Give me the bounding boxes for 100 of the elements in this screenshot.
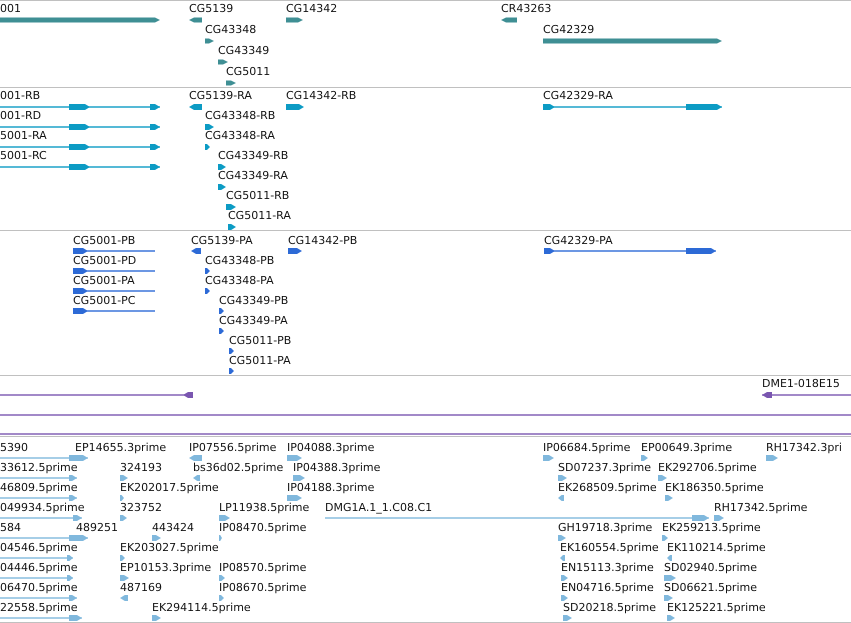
feature-label: EK160554.5prime xyxy=(560,541,659,555)
feature-glyph[interactable] xyxy=(544,247,716,255)
feature-label: CG42329-RA xyxy=(543,89,613,103)
feature-label: CG5011-PA xyxy=(229,354,291,368)
feature-glyph[interactable] xyxy=(286,16,303,24)
feature-label: EK203027.5prime xyxy=(120,541,219,555)
feature-label: RH17342.5prime xyxy=(714,501,808,515)
feature-glyph[interactable] xyxy=(189,16,202,24)
feature-label: IP08470.5prime xyxy=(219,521,306,535)
feature-glyph[interactable] xyxy=(286,103,304,111)
feature-glyph[interactable] xyxy=(218,163,226,171)
feature-glyph[interactable] xyxy=(229,367,234,375)
feature-label: EK294114.5prime xyxy=(152,601,251,615)
feature-label: CG14342 xyxy=(286,2,338,16)
feature-label: SD06621.5prime xyxy=(664,581,757,595)
feature-label: EK202017.5prime xyxy=(120,481,219,495)
feature-glyph[interactable] xyxy=(218,58,228,66)
feature-glyph[interactable] xyxy=(543,37,722,45)
feature-glyph[interactable] xyxy=(189,103,202,111)
feature-glyph[interactable] xyxy=(0,16,160,24)
feature-label: DMG1A.1_1.C08.C1 xyxy=(325,501,432,515)
feature-glyph[interactable] xyxy=(226,79,236,87)
feature-glyph[interactable] xyxy=(73,287,155,295)
feature-glyph[interactable] xyxy=(73,247,155,255)
feature-glyph[interactable] xyxy=(0,103,160,111)
feature-glyph[interactable] xyxy=(205,37,214,45)
feature-label: EN15113.3prime xyxy=(561,561,654,575)
feature-label: EK110214.5prime xyxy=(667,541,766,555)
feature-label: CG5001-PB xyxy=(73,234,136,248)
feature-glyph[interactable] xyxy=(0,143,160,151)
feature-label: CG42329 xyxy=(543,23,594,37)
feature-label: 487169 xyxy=(120,581,162,595)
feature-label: CG43348-RB xyxy=(205,109,276,123)
feature-label: 323752 xyxy=(120,501,162,515)
feature-label: 06470.5prime xyxy=(0,581,78,595)
feature-label: DME1-018E15 xyxy=(762,377,840,391)
feature-label: CR43263 xyxy=(501,2,552,16)
feature-glyph[interactable] xyxy=(73,307,155,315)
feature-glyph[interactable] xyxy=(762,391,851,399)
feature-label: CG5011-RB xyxy=(226,189,290,203)
feature-label: IP04388.3prime xyxy=(293,461,380,475)
feature-label: 22558.5prime xyxy=(0,601,78,615)
feature-label: CG5001-PC xyxy=(73,294,136,308)
feature-glyph[interactable] xyxy=(73,267,155,275)
feature-label: CG5011-PB xyxy=(229,334,292,348)
feature-label: GH19718.3prime xyxy=(558,521,652,535)
feature-label: 001-RD xyxy=(0,109,42,123)
feature-glyph[interactable] xyxy=(205,267,210,275)
feature-label: LP11938.5prime xyxy=(219,501,310,515)
feature-glyph[interactable] xyxy=(288,247,302,255)
feature-label: CG5139-PA xyxy=(191,234,253,248)
feature-label: EK186350.5prime xyxy=(665,481,764,495)
feature-glyph[interactable] xyxy=(219,307,224,315)
feature-label: RH17342.3pri xyxy=(766,441,842,455)
feature-glyph[interactable] xyxy=(0,391,193,399)
feature-glyph[interactable] xyxy=(205,143,210,151)
feature-label: IP08670.5prime xyxy=(219,581,306,595)
feature-label: 5001-RC xyxy=(0,149,47,163)
feature-label: 04446.5prime xyxy=(0,561,78,575)
feature-label: bs36d02.5prime xyxy=(193,461,284,475)
feature-glyph[interactable] xyxy=(205,123,214,131)
feature-label: CG42329-PA xyxy=(544,234,613,248)
feature-label: CG43349 xyxy=(218,44,270,58)
feature-label: IP08570.5prime xyxy=(219,561,306,575)
feature-label: IP04188.3prime xyxy=(287,481,374,495)
feature-label: IP07556.5prime xyxy=(189,441,276,455)
feature-label: SD02940.5prime xyxy=(664,561,757,575)
feature-glyph[interactable] xyxy=(228,223,236,230)
feature-label: EP14655.3prime xyxy=(75,441,166,455)
feature-glyph[interactable] xyxy=(219,327,224,335)
feature-glyph[interactable] xyxy=(501,16,517,24)
feature-label: CG43348-PB xyxy=(205,254,274,268)
feature-label: IP04088.3prime xyxy=(287,441,374,455)
feature-label: 33612.5prime xyxy=(0,461,78,475)
feature-label: CG5001-PA xyxy=(73,274,135,288)
feature-label: CG43349-PA xyxy=(219,314,288,328)
feature-label: CG5001-PD xyxy=(73,254,136,268)
feature-label: CG43349-RA xyxy=(218,169,288,183)
feature-label: CG43348-RA xyxy=(205,129,275,143)
feature-label: 584 xyxy=(0,521,21,535)
feature-label: SD20218.5prime xyxy=(563,601,656,615)
feature-label: EK259213.5prime xyxy=(662,521,761,535)
feature-glyph[interactable] xyxy=(0,163,160,171)
feature-glyph[interactable] xyxy=(218,183,226,191)
feature-label: EK268509.5prime xyxy=(558,481,657,495)
feature-label: 46809.5prime xyxy=(0,481,78,495)
feature-label: CG5139 xyxy=(189,2,234,16)
feature-glyph[interactable] xyxy=(229,347,234,355)
feature-glyph[interactable] xyxy=(191,247,201,255)
feature-label: 001 xyxy=(0,2,21,16)
feature-label: SD07237.3prime xyxy=(558,461,651,475)
feature-label: 04546.5prime xyxy=(0,541,78,555)
feature-glyph[interactable] xyxy=(205,287,210,295)
feature-glyph[interactable] xyxy=(543,103,722,111)
feature-glyph[interactable] xyxy=(0,123,160,131)
feature-label: CG5011 xyxy=(226,65,270,79)
feature-label: CG43349-RB xyxy=(218,149,288,163)
feature-label: CG43348 xyxy=(205,23,256,37)
feature-label: EK292706.5prime xyxy=(658,461,757,475)
feature-glyph[interactable] xyxy=(226,203,236,211)
